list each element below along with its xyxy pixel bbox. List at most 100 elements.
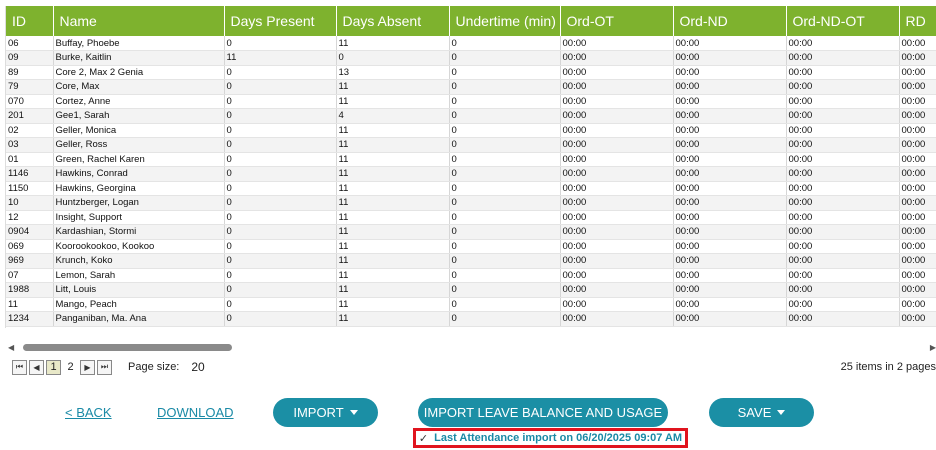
table-row[interactable]: 1234 Panganiban, Ma. Ana 0 11 0 00:00 00:00 00:… bbox=[6, 311, 936, 327]
table-cell: 00:00 bbox=[899, 36, 936, 51]
back-link[interactable]: < BACK bbox=[65, 405, 112, 420]
page-number-1[interactable]: 1 bbox=[46, 359, 61, 375]
table-cell: 00:00 bbox=[560, 210, 674, 225]
column-header[interactable]: Ord-OT bbox=[560, 6, 674, 36]
table-cell: 00:00 bbox=[899, 123, 936, 138]
column-header[interactable]: ID bbox=[6, 6, 54, 36]
table-cell: 00:00 bbox=[786, 297, 900, 312]
table-cell: 00:00 bbox=[899, 210, 936, 225]
table-row[interactable]: 069 Koorookookoo, Kookoo 0 11 0 00:00 00:00 00:… bbox=[6, 239, 936, 254]
table-row[interactable]: 969 Krunch, Koko 0 11 0 00:00 00:00 00:00 00:00 bbox=[6, 253, 936, 269]
table-row[interactable]: 10 Huntzberger, Logan 0 11 0 00:00 00:00 00:00 0… bbox=[6, 195, 936, 211]
table-cell: Core, Max bbox=[53, 79, 225, 95]
table-cell: 00:00 bbox=[673, 268, 787, 283]
table-cell: 00:00 bbox=[786, 210, 900, 225]
last-page-icon[interactable]: ⏭ bbox=[97, 359, 112, 375]
table-cell: 1150 bbox=[6, 181, 54, 196]
table-cell: 00:00 bbox=[899, 166, 936, 182]
table-row[interactable]: 89 Core 2, Max 2 Genia 0 13 0 00:00 00:00 00:00… bbox=[6, 65, 936, 80]
table-cell: 0 bbox=[336, 50, 450, 66]
column-header[interactable]: Ord-ND bbox=[673, 6, 787, 36]
column-header[interactable]: Days Present bbox=[224, 6, 337, 36]
column-header[interactable]: Days Absent bbox=[336, 6, 450, 36]
table-cell: 0 bbox=[224, 166, 337, 182]
download-link[interactable]: DOWNLOAD bbox=[157, 405, 234, 420]
table-cell: 00:00 bbox=[899, 181, 936, 196]
table-row[interactable]: 02 Geller, Monica 0 11 0 00:00 00:00 00:00 00:00 bbox=[6, 123, 936, 138]
page-size-value[interactable]: 20 bbox=[191, 360, 204, 374]
table-cell: 0 bbox=[449, 253, 561, 269]
table-row[interactable]: 1150 Hawkins, Georgina 0 11 0 00:00 00:00 00:00… bbox=[6, 181, 936, 196]
table-cell: Insight, Support bbox=[53, 210, 225, 225]
table-cell: 0 bbox=[449, 123, 561, 138]
table-row[interactable]: 070 Cortez, Anne 0 11 0 00:00 00:00 00:00 00:00 bbox=[6, 94, 936, 109]
table-cell: 11 bbox=[336, 253, 450, 269]
table-row[interactable]: 201 Gee1, Sarah 0 4 0 00:00 00:00 00:00 00:00 bbox=[6, 108, 936, 124]
column-header[interactable]: Undertime (min) bbox=[449, 6, 561, 36]
scroll-right-icon[interactable]: ▶ bbox=[930, 343, 936, 352]
table-cell: 0 bbox=[224, 268, 337, 283]
table-cell: 11 bbox=[336, 123, 450, 138]
table-cell: 0 bbox=[449, 65, 561, 80]
table-cell: 00:00 bbox=[560, 137, 674, 153]
horizontal-scrollbar[interactable]: ◀ ▶ bbox=[5, 340, 936, 354]
table-cell: 0 bbox=[449, 108, 561, 124]
column-header[interactable]: Ord-ND-OT bbox=[786, 6, 900, 36]
table-cell: 00:00 bbox=[786, 50, 900, 66]
save-button[interactable]: SAVE bbox=[709, 398, 814, 427]
table-row[interactable]: 12 Insight, Support 0 11 0 00:00 00:00 00:00 00:… bbox=[6, 210, 936, 225]
import-leave-balance-button[interactable]: IMPORT LEAVE BALANCE AND USAGE bbox=[418, 398, 668, 427]
table-row[interactable]: 06 Buffay, Phoebe 0 11 0 00:00 00:00 00:00 00:00 bbox=[6, 36, 936, 51]
table-row[interactable]: 09 Burke, Kaitlin 11 0 0 00:00 00:00 00:00 00:00 bbox=[6, 50, 936, 66]
next-page-icon[interactable]: ▶ bbox=[80, 359, 95, 375]
table-cell: 11 bbox=[336, 282, 450, 298]
table-cell: 00:00 bbox=[786, 268, 900, 283]
table-cell: 00:00 bbox=[899, 253, 936, 269]
first-page-icon[interactable]: ⏮ bbox=[12, 359, 27, 375]
table-cell: 11 bbox=[336, 297, 450, 312]
table-row[interactable]: 03 Geller, Ross 0 11 0 00:00 00:00 00:00 00:00 bbox=[6, 137, 936, 153]
table-cell: 0 bbox=[224, 239, 337, 254]
table-row[interactable]: 1146 Hawkins, Conrad 0 11 0 00:00 00:00 00:00 00… bbox=[6, 166, 936, 182]
table-cell: 00:00 bbox=[786, 65, 900, 80]
table-cell: 0 bbox=[224, 79, 337, 95]
table-cell: 00:00 bbox=[899, 152, 936, 167]
table-cell: 00:00 bbox=[786, 94, 900, 109]
table-cell: 0 bbox=[224, 181, 337, 196]
prev-page-icon[interactable]: ◀ bbox=[29, 359, 44, 375]
table-cell: 00:00 bbox=[673, 79, 787, 95]
table-row[interactable]: 0904 Kardashian, Stormi 0 11 0 00:00 00:00 00:0… bbox=[6, 224, 936, 240]
table-cell: 00:00 bbox=[786, 239, 900, 254]
table-cell: Koorookookoo, Kookoo bbox=[53, 239, 225, 254]
import-button[interactable]: IMPORT bbox=[273, 398, 378, 427]
column-header[interactable]: Name bbox=[53, 6, 225, 36]
table-cell: 00:00 bbox=[786, 123, 900, 138]
table-cell: 00:00 bbox=[673, 152, 787, 167]
table-row[interactable]: 11 Mango, Peach 0 11 0 00:00 00:00 00:00 00:00 bbox=[6, 297, 936, 312]
page-number-2[interactable]: 2 bbox=[63, 360, 78, 375]
table-cell: Kardashian, Stormi bbox=[53, 224, 225, 240]
table-row[interactable]: 1988 Litt, Louis 0 11 0 00:00 00:00 00:00 00:00 bbox=[6, 282, 936, 298]
scroll-left-icon[interactable]: ◀ bbox=[8, 343, 14, 352]
table-cell: Litt, Louis bbox=[53, 282, 225, 298]
table-cell: 00:00 bbox=[560, 282, 674, 298]
table-cell: 00:00 bbox=[673, 311, 787, 327]
table-row[interactable]: 01 Green, Rachel Karen 0 11 0 00:00 00:00 00:00… bbox=[6, 152, 936, 167]
column-header[interactable]: RD bbox=[899, 6, 936, 36]
table-cell: 00:00 bbox=[899, 108, 936, 124]
table-cell: 00:00 bbox=[560, 181, 674, 196]
table-cell: 00:00 bbox=[673, 239, 787, 254]
table-cell: 79 bbox=[6, 79, 54, 95]
table-cell: 02 bbox=[6, 123, 54, 138]
table-cell: 00:00 bbox=[899, 268, 936, 283]
table-cell: 00:00 bbox=[560, 268, 674, 283]
table-row[interactable]: 79 Core, Max 0 11 0 00:00 00:00 00:00 00:00 bbox=[6, 79, 936, 95]
table-cell: 00:00 bbox=[560, 94, 674, 109]
table-cell: 11 bbox=[336, 152, 450, 167]
table-cell: 00:00 bbox=[899, 239, 936, 254]
table-cell: 10 bbox=[6, 195, 54, 211]
scrollbar-thumb[interactable] bbox=[23, 344, 232, 351]
table-cell: 00:00 bbox=[673, 36, 787, 51]
table-row[interactable]: 07 Lemon, Sarah 0 11 0 00:00 00:00 00:00 00:00 bbox=[6, 268, 936, 283]
table-cell: 0 bbox=[224, 253, 337, 269]
